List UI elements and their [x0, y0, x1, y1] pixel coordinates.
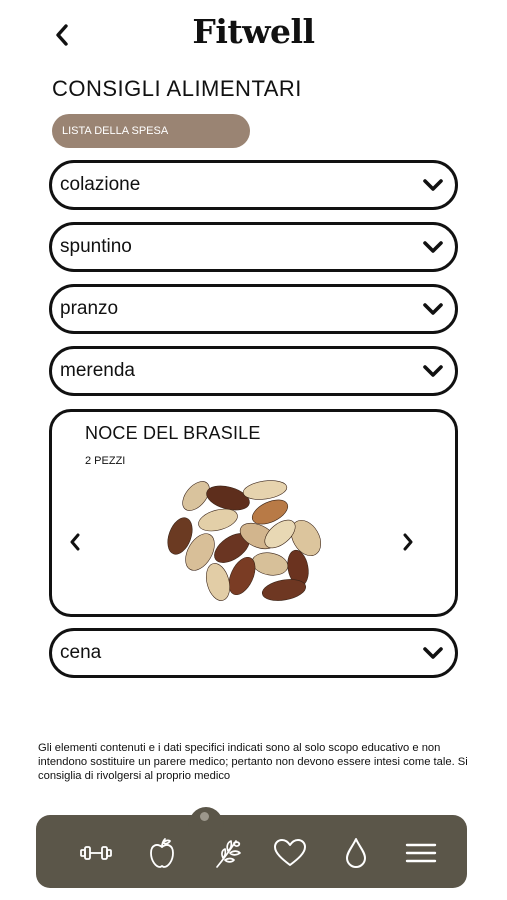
nav-plants-button[interactable] [210, 835, 246, 871]
active-indicator-dot [200, 812, 209, 821]
chevron-down-icon [421, 359, 445, 383]
drop-icon [346, 838, 366, 868]
meal-label: cena [60, 642, 102, 663]
food-quantity: 2 PEZZI [85, 455, 126, 467]
leaf-icon [216, 840, 241, 868]
chevron-down-icon [421, 235, 445, 259]
next-food-button[interactable] [397, 530, 419, 554]
nav-workout-button[interactable] [78, 835, 114, 871]
food-title: NOCE DEL BRASILE [85, 423, 261, 443]
bottom-navigation [36, 807, 467, 888]
meal-row-cena[interactable]: cena [49, 628, 458, 678]
chevron-down-icon [421, 173, 445, 197]
disclaimer-text: Gli elementi contenuti e i dati specific… [38, 742, 468, 782]
meal-label: pranzo [60, 298, 119, 319]
meal-label: colazione [60, 174, 141, 195]
menu-icon [405, 843, 437, 863]
meal-row-merenda[interactable]: merenda [49, 346, 458, 396]
nav-menu-button[interactable] [403, 835, 439, 871]
meal-row-pranzo[interactable]: pranzo [49, 284, 458, 334]
nav-nutrition-button[interactable] [144, 835, 180, 871]
brazil-nuts-image [167, 480, 322, 601]
dumbbell-icon [80, 846, 112, 860]
meal-row-colazione[interactable]: colazione [49, 160, 458, 210]
meal-row-spuntino[interactable]: spuntino [49, 222, 458, 272]
chevron-left-icon [70, 533, 80, 551]
shopping-list-button[interactable]: LISTA DELLA SPESA [52, 114, 250, 148]
nav-health-button[interactable] [272, 835, 308, 871]
meal-label: merenda [60, 360, 135, 381]
chevron-down-icon [421, 297, 445, 321]
app-logo: Fitwell [192, 12, 315, 51]
nav-hydration-button[interactable] [338, 835, 374, 871]
meal-label: spuntino [60, 236, 132, 257]
food-card: NOCE DEL BRASILE 2 PEZZI [49, 409, 458, 617]
chevron-down-icon [421, 641, 445, 665]
page-title: CONSIGLI ALIMENTARI [52, 76, 302, 101]
chevron-right-icon [403, 533, 413, 551]
apple-icon [150, 838, 174, 868]
heart-icon [274, 839, 306, 866]
previous-food-button[interactable] [64, 530, 86, 554]
shopping-list-label: LISTA DELLA SPESA [62, 125, 169, 137]
